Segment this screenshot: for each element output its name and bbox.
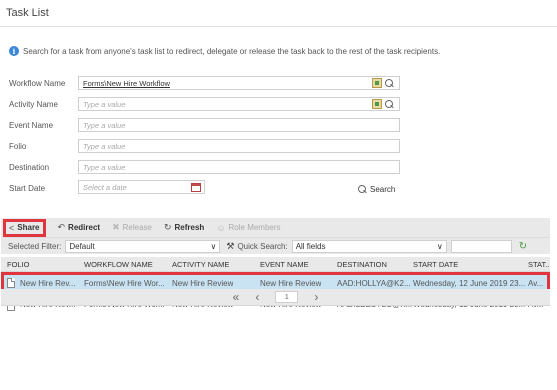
column-header-status[interactable]: STAT... <box>528 260 550 269</box>
activity-name-label: Activity Name <box>9 100 58 109</box>
start-date-label: Start Date <box>9 184 46 193</box>
share-button[interactable]: < Share <box>3 218 46 237</box>
event-name-field[interactable]: Type a value <box>78 118 400 132</box>
cell-destination: AAD:HOLLYA@K2... <box>337 279 411 288</box>
info-message: i Search for a task from anyone's task l… <box>9 46 440 56</box>
filter-bar: Selected Filter: Default ∨ ⚒ Quick Searc… <box>1 237 550 254</box>
redirect-label: Redirect <box>68 223 101 232</box>
share-label: Share <box>17 223 40 232</box>
start-date-field[interactable]: Select a date <box>78 180 205 194</box>
cell-status: Av... <box>528 279 544 288</box>
title-divider <box>0 26 557 27</box>
search-icon[interactable] <box>384 99 394 109</box>
previous-page-icon[interactable]: ‹ <box>255 290 259 304</box>
first-page-icon[interactable]: « <box>233 290 240 304</box>
chevron-down-icon: ∨ <box>210 241 217 251</box>
activity-name-field[interactable]: Type a value <box>78 97 400 111</box>
lookup-icon[interactable] <box>372 78 382 88</box>
search-icon <box>357 184 367 194</box>
document-icon <box>7 278 15 288</box>
search-button[interactable]: Search <box>357 184 395 194</box>
cell-workflow-name: Forms\New Hire Wor... <box>84 279 165 288</box>
next-page-icon[interactable]: › <box>314 290 318 304</box>
selected-filter-label: Selected Filter: <box>8 241 62 251</box>
info-text: Search for a task from anyone's task lis… <box>23 46 441 56</box>
info-icon: i <box>9 46 19 56</box>
quick-search-input[interactable] <box>450 239 512 253</box>
page-title: Task List <box>6 7 49 19</box>
column-header-activity-name[interactable]: ACTIVITY NAME <box>172 260 229 269</box>
folio-label: Folio <box>9 142 27 151</box>
workflow-name-field[interactable]: Forms\New Hire Workflow <box>78 76 400 90</box>
role-members-label: Role Members <box>228 223 281 232</box>
share-icon: < <box>9 222 15 233</box>
destination-field[interactable]: Type a value <box>78 160 400 174</box>
pager: « ‹ 1 › <box>1 289 550 305</box>
search-label: Search <box>370 184 396 194</box>
grid-bottom-divider <box>1 305 550 306</box>
quick-search-field-dropdown[interactable]: All fields ∨ <box>291 239 447 253</box>
selected-filter-dropdown[interactable]: Default ∨ <box>65 239 221 253</box>
release-button[interactable]: ✖ Release <box>112 222 152 233</box>
redirect-button[interactable]: ↶ Redirect <box>58 222 101 233</box>
column-header-workflow-name[interactable]: WORKFLOW NAME <box>84 260 153 269</box>
cell-activity-name: New Hire Review <box>172 279 234 288</box>
quick-search-field-value: All fields <box>295 241 326 251</box>
role-members-icon: ☺ <box>216 222 226 233</box>
selected-filter-value: Default <box>69 241 95 251</box>
grid-header: FOLIO WORKFLOW NAME ACTIVITY NAME EVENT … <box>1 257 550 272</box>
destination-label: Destination <box>9 163 50 172</box>
refresh-label: Refresh <box>174 223 205 232</box>
calendar-icon[interactable] <box>191 183 201 192</box>
search-icon[interactable] <box>384 78 394 88</box>
workflow-name-label: Workflow Name <box>9 79 66 88</box>
column-header-start-date[interactable]: START DATE <box>413 260 458 269</box>
refresh-icon[interactable]: ↻ <box>519 241 527 252</box>
grid-toolbar: < Share ↶ Redirect ✖ Release ↻ Refresh ☺… <box>1 218 550 237</box>
folio-field[interactable]: Type a value <box>78 139 400 153</box>
cell-start-date: Wednesday, 12 June 2019 23... <box>413 279 526 288</box>
quick-search-label: Quick Search: <box>237 241 288 251</box>
chevron-down-icon: ∨ <box>436 241 443 251</box>
refresh-icon: ↻ <box>163 222 172 232</box>
lookup-icon[interactable] <box>372 99 382 109</box>
release-icon: ✖ <box>112 222 120 232</box>
wrench-icon: ⚒ <box>226 240 235 251</box>
cell-event-name: New Hire Review <box>260 279 322 288</box>
release-label: Release <box>122 223 152 232</box>
cell-folio: New Hire Rev... <box>20 279 76 288</box>
role-members-button[interactable]: ☺ Role Members <box>216 223 280 233</box>
event-name-label: Event Name <box>9 121 54 130</box>
column-header-event-name[interactable]: EVENT NAME <box>260 260 309 269</box>
column-header-folio[interactable]: FOLIO <box>7 260 30 269</box>
column-header-destination[interactable]: DESTINATION <box>337 260 387 269</box>
refresh-button[interactable]: ↻ Refresh <box>164 222 204 233</box>
page-number-input[interactable]: 1 <box>275 291 299 303</box>
redirect-icon: ↶ <box>57 222 66 232</box>
